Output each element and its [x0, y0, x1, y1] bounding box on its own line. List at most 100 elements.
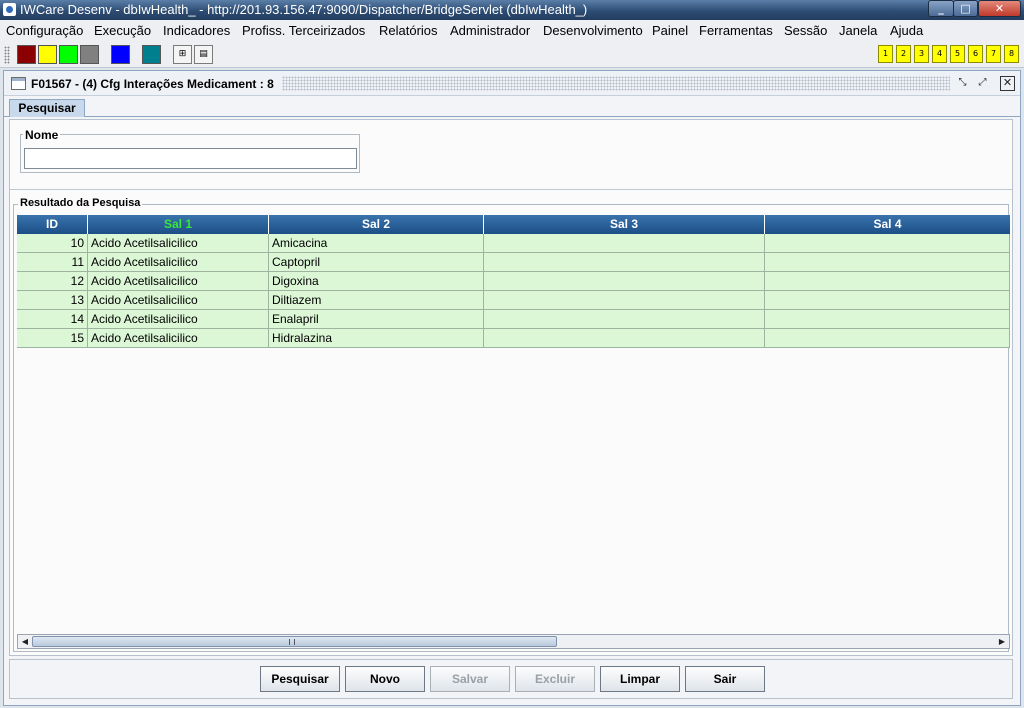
search-panel: Nome Resultado da Pesquisa ID Sal 1 Sal …	[9, 119, 1013, 656]
cell-sal-3	[484, 329, 765, 348]
button-bar: Pesquisar Novo Salvar Excluir Limpar Sai…	[9, 659, 1013, 699]
close-frame-icon[interactable]: ✕	[1000, 76, 1015, 91]
results-label: Resultado da Pesquisa	[18, 197, 143, 209]
color-gray-button[interactable]	[80, 45, 99, 64]
color-dark-red-button[interactable]	[17, 45, 36, 64]
quick-slot-6-button[interactable]: 6	[968, 45, 983, 63]
menu-janela[interactable]: Janela	[839, 23, 877, 38]
column-header-sal-1[interactable]: Sal 1	[88, 215, 269, 234]
menu-administrador[interactable]: Administrador	[450, 23, 530, 38]
quick-slot-3-button[interactable]: 3	[914, 45, 929, 63]
menu-relatorios[interactable]: Relatórios	[379, 23, 438, 38]
color-blue-button[interactable]	[111, 45, 130, 64]
close-window-button[interactable]: ✕	[978, 0, 1021, 17]
table-row[interactable]: 15 Acido Acetilsalicilico Hidralazina	[17, 329, 1010, 348]
table-row[interactable]: 12 Acido Acetilsalicilico Digoxina	[17, 272, 1010, 291]
cell-id: 13	[17, 291, 88, 310]
menu-bar: Configuração Execução Indicadores Profis…	[0, 20, 1024, 41]
column-header-sal-2[interactable]: Sal 2	[269, 215, 484, 234]
column-header-sal-3[interactable]: Sal 3	[484, 215, 765, 234]
cell-id: 11	[17, 253, 88, 272]
menu-profiss-terceirizados[interactable]: Profiss. Terceirizados	[242, 23, 365, 38]
table-row[interactable]: 11 Acido Acetilsalicilico Captopril	[17, 253, 1010, 272]
sair-button[interactable]: Sair	[685, 666, 765, 692]
restore-icon[interactable]: ⤡	[955, 76, 970, 91]
cell-sal-4	[765, 272, 1010, 291]
pesquisar-button[interactable]: Pesquisar	[260, 666, 340, 692]
table-row[interactable]: 14 Acido Acetilsalicilico Enalapril	[17, 310, 1010, 329]
limpar-button[interactable]: Limpar	[600, 666, 680, 692]
maximize-icon[interactable]: ⤢	[975, 76, 990, 91]
menu-ferramentas[interactable]: Ferramentas	[699, 23, 773, 38]
salvar-button[interactable]: Salvar	[430, 666, 510, 692]
cell-sal-1: Acido Acetilsalicilico	[88, 272, 269, 291]
cell-sal-1: Acido Acetilsalicilico	[88, 291, 269, 310]
color-teal-button[interactable]	[142, 45, 161, 64]
novo-button[interactable]: Novo	[345, 666, 425, 692]
quick-slot-5-button[interactable]: 5	[950, 45, 965, 63]
menu-sessao[interactable]: Sessão	[784, 23, 827, 38]
quick-slot-8-button[interactable]: 8	[1004, 45, 1019, 63]
cell-sal-2: Captopril	[269, 253, 484, 272]
divider	[10, 189, 1012, 190]
cell-sal-3	[484, 253, 765, 272]
cell-sal-2: Digoxina	[269, 272, 484, 291]
menu-configuracao[interactable]: Configuração	[6, 23, 83, 38]
cell-id: 15	[17, 329, 88, 348]
window-titlebar: IWCare Desenv - dbIwHealth_ - http://201…	[0, 0, 1024, 20]
quick-slot-7-button[interactable]: 7	[986, 45, 1001, 63]
cell-sal-2: Hidralazina	[269, 329, 484, 348]
toolbar-grip-icon[interactable]	[4, 46, 10, 64]
column-header-id[interactable]: ID	[17, 215, 88, 234]
color-yellow-button[interactable]	[38, 45, 57, 64]
cell-sal-2: Amicacina	[269, 234, 484, 253]
tab-strip: Pesquisar	[4, 97, 1020, 117]
cell-id: 12	[17, 272, 88, 291]
quick-slot-4-button[interactable]: 4	[932, 45, 947, 63]
frame-titlebar[interactable]: F01567 - (4) Cfg Interações Medicament :…	[4, 71, 1020, 96]
cascade-windows-icon[interactable]: ▤	[194, 45, 213, 64]
toolbar: ⊞ ▤	[0, 41, 1024, 68]
app-icon	[3, 3, 16, 16]
horizontal-scrollbar[interactable]: ◀ ▶	[17, 634, 1010, 649]
frame-window-icon	[11, 77, 26, 90]
maximize-button[interactable]: □	[953, 0, 978, 17]
menu-painel[interactable]: Painel	[652, 23, 688, 38]
cell-sal-4	[765, 291, 1010, 310]
table-row[interactable]: 10 Acido Acetilsalicilico Amicacina	[17, 234, 1010, 253]
quick-slot-2-button[interactable]: 2	[896, 45, 911, 63]
scroll-right-icon[interactable]: ▶	[995, 635, 1009, 648]
cell-sal-4	[765, 329, 1010, 348]
color-green-button[interactable]	[59, 45, 78, 64]
cell-sal-3	[484, 310, 765, 329]
tree-view-icon[interactable]: ⊞	[173, 45, 192, 64]
nome-input[interactable]	[24, 148, 357, 169]
menu-ajuda[interactable]: Ajuda	[890, 23, 923, 38]
cell-sal-1: Acido Acetilsalicilico	[88, 329, 269, 348]
frame-drag-area[interactable]	[282, 76, 950, 91]
cell-sal-1: Acido Acetilsalicilico	[88, 253, 269, 272]
menu-execucao[interactable]: Execução	[94, 23, 151, 38]
cell-id: 10	[17, 234, 88, 253]
menu-indicadores[interactable]: Indicadores	[163, 23, 230, 38]
menu-desenvolvimento[interactable]: Desenvolvimento	[543, 23, 643, 38]
excluir-button[interactable]: Excluir	[515, 666, 595, 692]
cell-sal-3	[484, 291, 765, 310]
table-row[interactable]: 13 Acido Acetilsalicilico Diltiazem	[17, 291, 1010, 310]
thumb-grip-icon	[289, 639, 295, 645]
internal-frame: F01567 - (4) Cfg Interações Medicament :…	[3, 70, 1021, 706]
results-table: ID Sal 1 Sal 2 Sal 3 Sal 4 10 Acido Acet…	[17, 215, 1010, 348]
scroll-left-icon[interactable]: ◀	[18, 635, 32, 648]
quick-slot-1-button[interactable]: 1	[878, 45, 893, 63]
minimize-button[interactable]: _	[928, 0, 954, 17]
cell-sal-3	[484, 234, 765, 253]
scrollbar-thumb[interactable]	[32, 636, 557, 647]
tab-pesquisar[interactable]: Pesquisar	[9, 99, 85, 117]
cell-sal-4	[765, 234, 1010, 253]
cell-sal-1: Acido Acetilsalicilico	[88, 234, 269, 253]
column-header-sal-4[interactable]: Sal 4	[765, 215, 1010, 234]
window-title: IWCare Desenv - dbIwHealth_ - http://201…	[20, 2, 588, 17]
frame-title: F01567 - (4) Cfg Interações Medicament :…	[31, 77, 274, 91]
cell-sal-4	[765, 310, 1010, 329]
cell-sal-2: Diltiazem	[269, 291, 484, 310]
